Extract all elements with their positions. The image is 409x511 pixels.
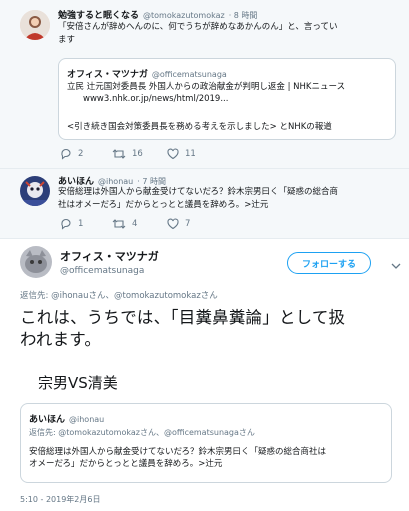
reply-count: 1	[78, 219, 84, 229]
reply-icon	[61, 148, 71, 160]
quote-author-handle: @ihonau	[69, 415, 105, 424]
heart-icon	[167, 148, 179, 160]
heart-icon	[167, 218, 179, 230]
like-action[interactable]: 7	[167, 218, 190, 230]
tweet-text-line: 社はオメーだろ」だからとっとと議員を辞めろ。>辻元	[58, 199, 269, 210]
quote-link-text[interactable]: www3.nhk.or.jp/news/html/2019...	[67, 93, 345, 105]
tweet-time[interactable]: · 8 時間	[229, 10, 258, 21]
retweet-count: 16	[132, 149, 143, 159]
retweet-action[interactable]: 16	[112, 148, 143, 160]
tweet-text-line: ます	[58, 34, 76, 45]
quoted-tweet-card[interactable]: オフィス・マツナガ @officematsunaga 立民 辻元国対委員長 外国…	[58, 58, 396, 140]
retweet-icon	[112, 149, 126, 159]
retweet-icon	[112, 219, 126, 229]
reply-action[interactable]: 1	[60, 218, 83, 230]
tweet-text-line: 「安倍さんが辞めへんのに、何でうちが辞めなあかんのん」と、言ってい	[58, 22, 338, 32]
tweet-text-line: 安倍総理は外国人から献金受けてないだろ？鈴木宗男曰く「疑惑の総合商	[58, 187, 338, 197]
quote-text-line: 立民 辻元国対委員長 外国人からの政治献金が判明し返金 | NHKニュース	[67, 82, 346, 92]
reply-to-label: 返信先:	[20, 291, 49, 301]
quote-author-name: オフィス・マツナガ	[67, 70, 148, 80]
tweet-timestamp[interactable]: 5:10 - 2019年2月6日	[20, 494, 100, 505]
divider	[0, 238, 409, 239]
author-name[interactable]: 勉強すると眠くなる	[58, 8, 139, 21]
author-name[interactable]: オフィス・マツナガ	[60, 248, 159, 264]
author-handle[interactable]: @officematsunaga	[60, 266, 159, 276]
retweet-action[interactable]: 4	[112, 218, 137, 230]
quote-text-line: <引き続き国会対策委員長を務める考えを示しました> とNHKの報道	[67, 122, 332, 132]
reply-icon	[61, 218, 71, 230]
quote-reply-to-users: @tomokazutomokazさん、@officematsunagaさん	[58, 428, 255, 437]
quote-text-line: 安倍総理は外国人から献金受けてないだろ？鈴木宗男曰く「疑惑の総合商社は	[29, 447, 326, 457]
quoted-tweet-card[interactable]: あいほん @ihonau 返信先: @tomokazutomokazさん、@of…	[20, 403, 392, 483]
author-handle[interactable]: @tomokazutomokaz	[143, 11, 225, 20]
chevron-down-icon[interactable]	[391, 256, 401, 275]
retweet-count: 4	[132, 219, 138, 229]
like-count: 7	[185, 219, 191, 229]
reply-to-users[interactable]: @ihonauさん、@tomokazutomokazさん	[51, 291, 218, 301]
main-tweet-text-line: これは、うちでは、「目糞鼻糞論」として扱	[20, 308, 346, 327]
quote-reply-to-label: 返信先:	[29, 428, 56, 437]
avatar[interactable]	[20, 246, 52, 278]
main-tweet-text-line: 宗男VS清美	[38, 374, 118, 392]
author-handle[interactable]: @ihonau	[98, 177, 133, 186]
quote-author-handle: @officematsunaga	[151, 70, 227, 79]
reply-count: 2	[78, 149, 84, 159]
avatar[interactable]	[20, 176, 50, 206]
like-count: 11	[185, 149, 196, 159]
avatar[interactable]	[20, 10, 50, 40]
quote-text-line: オメーだろ」だからとっとと議員を辞めろ。>辻元	[29, 459, 223, 469]
like-action[interactable]: 11	[167, 148, 196, 160]
reply-action[interactable]: 2	[60, 148, 83, 160]
quote-author-name: あいほん	[29, 415, 66, 425]
main-tweet-text-line: われます。	[20, 330, 102, 349]
follow-button[interactable]: フォローする	[287, 252, 371, 274]
